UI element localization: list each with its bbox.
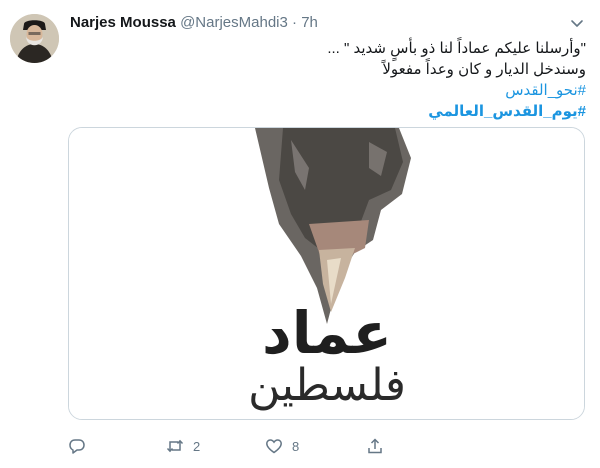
avatar[interactable] — [10, 14, 59, 63]
media-subtitle-text: فلسطين — [248, 360, 406, 411]
timestamp[interactable]: 7h — [301, 14, 318, 31]
media-title-text: عماد — [262, 299, 392, 367]
tweet[interactable]: Narjes Moussa @NarjesMahdi3 · 7h "وأرسلن… — [0, 0, 600, 468]
retweet-icon — [166, 439, 184, 453]
tweet-text-line: وسندخل الديار و كان وعداً مفعولاً — [382, 61, 586, 78]
chevron-down-icon[interactable] — [568, 14, 586, 32]
tweet-header: Narjes Moussa @NarjesMahdi3 · 7h — [70, 14, 318, 31]
share-icon — [368, 438, 382, 454]
separator: · — [292, 14, 298, 31]
retweet-button[interactable]: 2 — [166, 434, 200, 458]
author-handle[interactable]: @NarjesMahdi3 — [180, 14, 288, 31]
reply-button[interactable] — [68, 434, 95, 458]
hashtag-link[interactable]: #نحو_القدس — [86, 80, 586, 101]
author-name[interactable]: Narjes Moussa — [70, 14, 176, 31]
tweet-text: "وأرسلنا عليكم عماداً لنا ذو بأسٍ شديد "… — [86, 38, 586, 122]
tweet-text-line: "وأرسلنا عليكم عماداً لنا ذو بأسٍ شديد "… — [327, 40, 586, 57]
reply-icon — [69, 439, 85, 454]
retweet-count: 2 — [193, 438, 201, 454]
hashtag-link[interactable]: #يوم_القدس_العالمي — [86, 101, 586, 122]
like-button[interactable]: 8 — [265, 434, 299, 458]
share-button[interactable] — [366, 434, 384, 458]
like-icon — [266, 439, 282, 454]
tweet-media-image[interactable]: عماد فلسطين — [68, 127, 585, 420]
like-count: 8 — [292, 438, 300, 454]
tweet-actions: 2 8 — [68, 434, 588, 460]
